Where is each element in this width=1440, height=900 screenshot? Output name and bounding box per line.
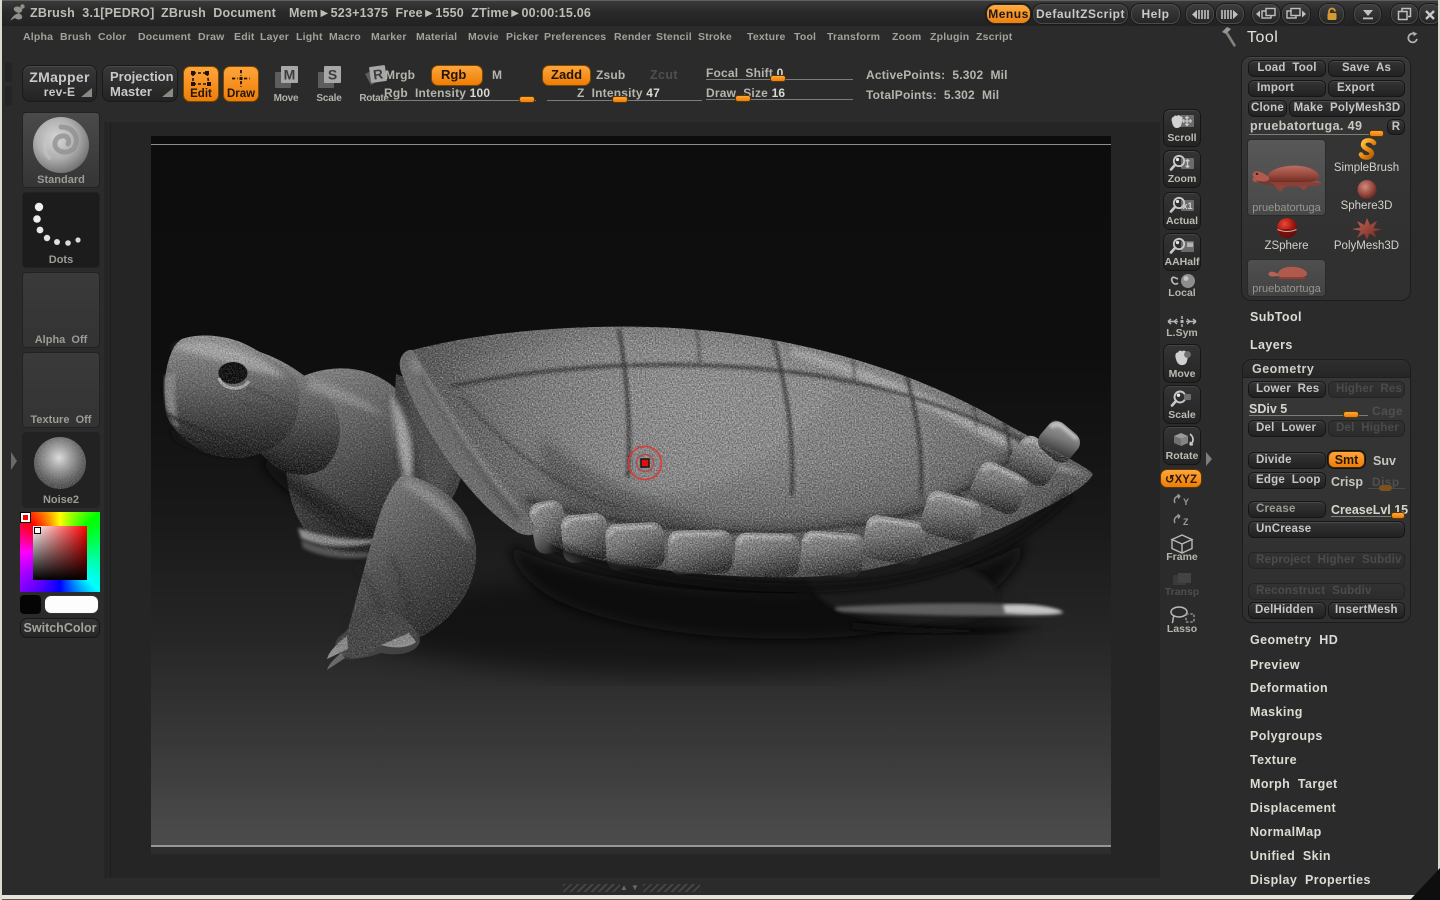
svg-text:S: S <box>328 67 337 83</box>
svg-text:Y: Y <box>1183 497 1189 507</box>
svg-text:Z: Z <box>1183 517 1189 527</box>
svg-text:M: M <box>284 67 296 83</box>
